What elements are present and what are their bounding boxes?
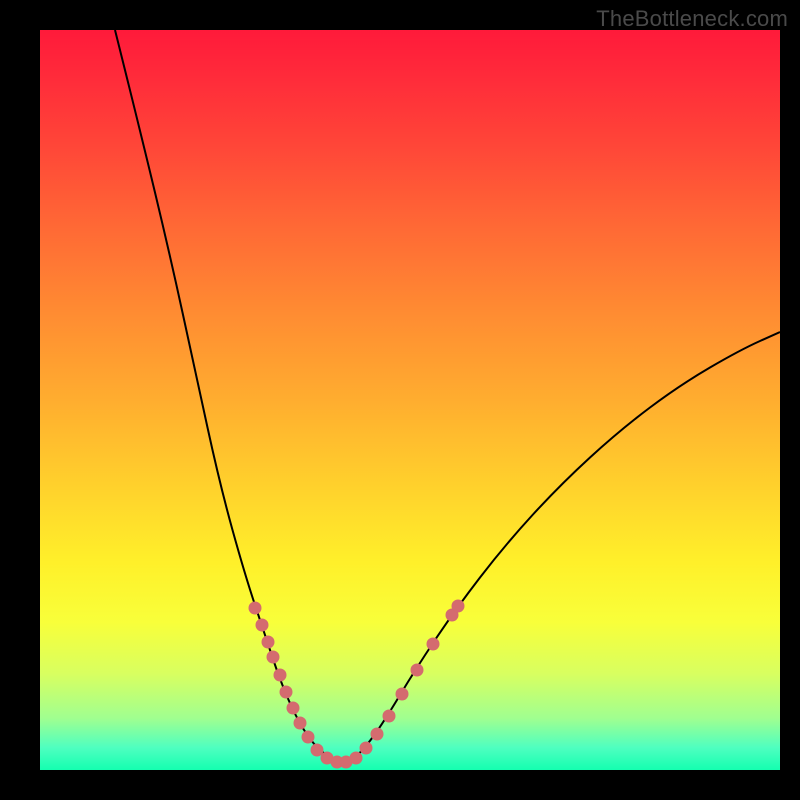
data-marker: [256, 619, 268, 631]
data-marker: [350, 752, 362, 764]
data-marker: [371, 728, 383, 740]
plot-area: [40, 30, 780, 770]
data-marker: [396, 688, 408, 700]
data-marker: [274, 669, 286, 681]
data-marker: [427, 638, 439, 650]
data-marker: [452, 600, 464, 612]
data-marker: [302, 731, 314, 743]
data-marker: [311, 744, 323, 756]
data-marker: [360, 742, 372, 754]
data-marker: [287, 702, 299, 714]
data-marker: [262, 636, 274, 648]
curve-layer: [40, 30, 780, 770]
watermark-text: TheBottleneck.com: [596, 6, 788, 32]
bottleneck-curve: [115, 30, 780, 761]
data-marker: [249, 602, 261, 614]
data-marker: [294, 717, 306, 729]
data-marker: [383, 710, 395, 722]
data-marker: [267, 651, 279, 663]
data-marker: [280, 686, 292, 698]
chart-frame: TheBottleneck.com: [0, 0, 800, 800]
data-marker: [411, 664, 423, 676]
